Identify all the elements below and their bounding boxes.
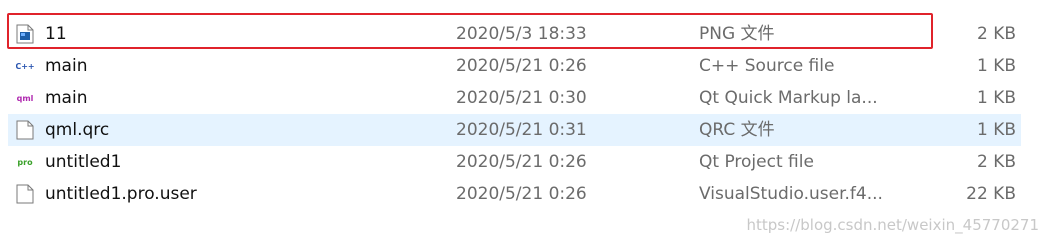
file-row-cpp[interactable]: C++ main 2020/5/21 0:26 C++ Source file … (0, 50, 1047, 82)
file-size: 2 KB (976, 152, 1016, 172)
file-size: 22 KB (966, 184, 1016, 204)
file-size: 1 KB (976, 88, 1016, 108)
generic-file-icon (16, 184, 34, 204)
file-name: main (45, 88, 88, 108)
file-type: Qt Quick Markup la... (699, 88, 878, 108)
pro-icon-label: pro (17, 158, 33, 167)
file-date: 2020/5/21 0:30 (456, 88, 587, 108)
file-type: Qt Project file (699, 152, 814, 172)
watermark-text: https://blog.csdn.net/weixin_45770271 (746, 216, 1039, 234)
file-name: untitled1 (45, 152, 122, 172)
file-explorer-view: 11 2020/5/3 18:33 PNG 文件 2 KB C++ main 2… (0, 0, 1047, 240)
file-row-user[interactable]: untitled1.pro.user 2020/5/21 0:26 Visual… (0, 178, 1047, 210)
file-date: 2020/5/21 0:26 (456, 56, 587, 76)
file-row-pro[interactable]: pro untitled1 2020/5/21 0:26 Qt Project … (0, 146, 1047, 178)
cpp-icon-label: C++ (16, 62, 34, 71)
file-name: main (45, 56, 88, 76)
file-date: 2020/5/21 0:31 (456, 120, 587, 140)
qml-icon-label: qml (17, 94, 34, 103)
file-date: 2020/5/21 0:26 (456, 152, 587, 172)
file-size: 1 KB (976, 120, 1016, 140)
file-name: untitled1.pro.user (45, 184, 197, 204)
file-row-qml[interactable]: qml main 2020/5/21 0:30 Qt Quick Markup … (0, 82, 1047, 114)
file-type: QRC 文件 (699, 120, 775, 140)
file-name: qml.qrc (45, 120, 110, 140)
pro-file-icon: pro (16, 152, 34, 172)
file-date: 2020/5/21 0:26 (456, 184, 587, 204)
file-type: C++ Source file (699, 56, 835, 76)
generic-file-icon (16, 120, 34, 140)
qml-file-icon: qml (16, 88, 34, 108)
cpp-source-icon: C++ (16, 56, 34, 76)
file-type: VisualStudio.user.f4... (699, 184, 883, 204)
file-size: 1 KB (976, 56, 1016, 76)
red-annotation-box (7, 13, 933, 49)
file-row-qrc[interactable]: qml.qrc 2020/5/21 0:31 QRC 文件 1 KB (0, 114, 1047, 146)
